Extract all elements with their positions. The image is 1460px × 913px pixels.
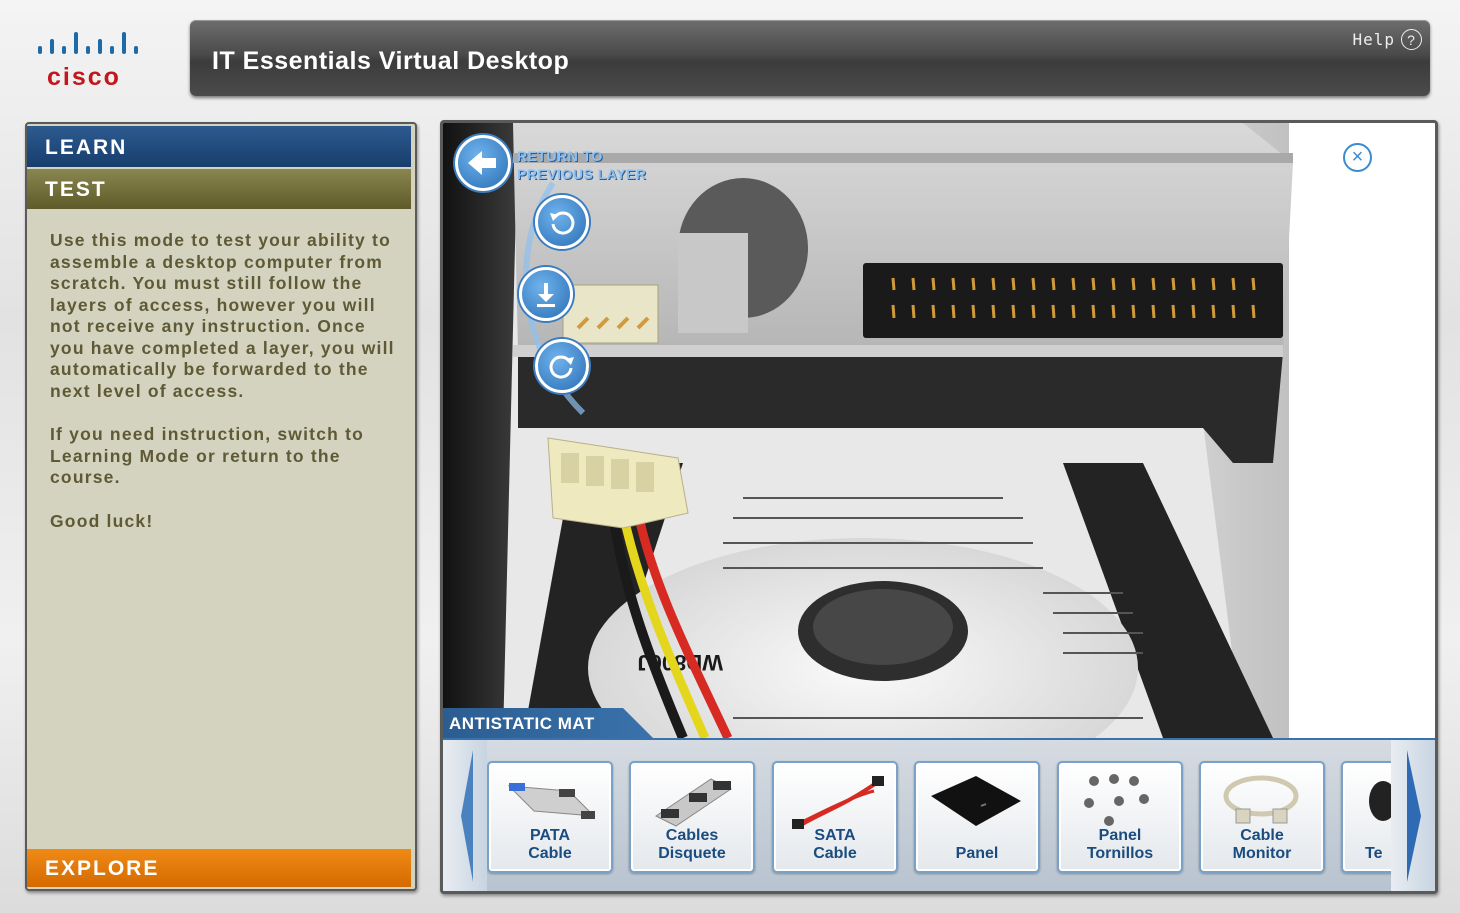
tray-item-label: Panel — [1098, 827, 1142, 844]
tray-item-label: Disquete — [658, 845, 726, 862]
tray-item-label: Panel — [955, 845, 999, 862]
tray-item-label: Tornillos — [1086, 845, 1154, 862]
tray-item-label: Cable — [528, 845, 572, 862]
rotate-counterclockwise-icon — [550, 211, 575, 235]
rotate-right-button[interactable] — [535, 339, 589, 393]
download-arrow-icon — [537, 283, 555, 307]
tray-items: PATA Cable Cables Disquete SATA Cable Pa… — [487, 740, 1391, 891]
pata-cable-icon — [507, 783, 596, 819]
title-bar: IT Essentials Virtual Desktop Help ? — [190, 20, 1430, 96]
tray-item-sata-cable[interactable]: SATA Cable — [772, 761, 898, 873]
chevron-left-icon — [461, 750, 473, 882]
mode-panel: LEARN TEST Use this mode to test your ab… — [25, 122, 417, 891]
antistatic-mat-label: ANTISTATIC MAT — [443, 708, 653, 738]
description-paragraph: If you need instruction, switch to Learn… — [50, 424, 365, 487]
learn-mode-button[interactable]: LEARN — [27, 126, 411, 167]
panel-icon — [931, 776, 1021, 826]
tray-item-label: Cables — [665, 827, 719, 844]
tray-item-label: SATA — [814, 827, 856, 844]
tray-item-keyboard[interactable]: Te — [1341, 761, 1391, 873]
tray-item-label: PATA — [530, 827, 570, 844]
tray-item-label: Cable — [813, 845, 857, 862]
keyboard-icon — [1369, 781, 1391, 821]
tray-item-floppy-cables[interactable]: Cables Disquete — [629, 761, 755, 873]
help-label: Help — [1352, 30, 1395, 49]
description-paragraph: Good luck! — [50, 510, 154, 531]
help-button[interactable]: Help ? — [1352, 29, 1422, 50]
drive-bay-illustration: WD800J — [443, 123, 1435, 738]
tray-item-label: Monitor — [1232, 845, 1292, 862]
tray-item-screws-panel[interactable]: Panel Tornillos — [1057, 761, 1183, 873]
chevron-right-icon — [1407, 750, 1421, 882]
tray-item-panel[interactable]: Panel — [914, 761, 1040, 873]
rotate-clockwise-icon — [549, 355, 574, 379]
screws-icon — [1084, 774, 1149, 826]
rotate-left-button[interactable] — [535, 195, 589, 249]
computer-case-scene[interactable]: WD800J RETURN TO PREVIOUS LAYER × ANTIST… — [443, 123, 1435, 738]
component-tray: PATA Cable Cables Disquete SATA Cable Pa… — [443, 738, 1435, 891]
arrow-left-icon — [468, 151, 496, 175]
mode-description: Use this mode to test your ability to as… — [50, 230, 395, 554]
tray-item-pata-cable[interactable]: PATA Cable — [487, 761, 613, 873]
cisco-logo: cisco — [32, 26, 157, 96]
scene-viewer: WD800J RETURN TO PREVIOUS LAYER × ANTIST… — [440, 120, 1438, 894]
explore-mode-button[interactable]: EXPLORE — [27, 849, 411, 887]
test-mode-button[interactable]: TEST — [27, 169, 411, 209]
tray-item-label: Te — [1365, 845, 1383, 862]
description-paragraph: Use this mode to test your ability to as… — [50, 230, 395, 401]
tray-scroll-left-button[interactable] — [443, 740, 487, 891]
zoom-down-button[interactable] — [519, 267, 573, 321]
app-title: IT Essentials Virtual Desktop — [212, 47, 570, 75]
monitor-cable-icon — [1223, 775, 1299, 824]
floppy-cable-icon — [655, 778, 732, 827]
tray-item-monitor-cable[interactable]: Cable Monitor — [1199, 761, 1325, 873]
close-icon[interactable]: × — [1343, 143, 1372, 172]
cisco-bars-icon — [38, 32, 138, 54]
tray-scroll-right-button[interactable] — [1391, 740, 1435, 891]
sata-cable-icon — [792, 776, 884, 829]
return-previous-layer-label: RETURN TO PREVIOUS LAYER — [517, 148, 647, 182]
cisco-wordmark: cisco — [47, 63, 121, 91]
help-icon: ? — [1401, 29, 1422, 50]
tray-item-label: Cable — [1240, 827, 1284, 844]
return-previous-layer-button[interactable] — [455, 135, 511, 191]
